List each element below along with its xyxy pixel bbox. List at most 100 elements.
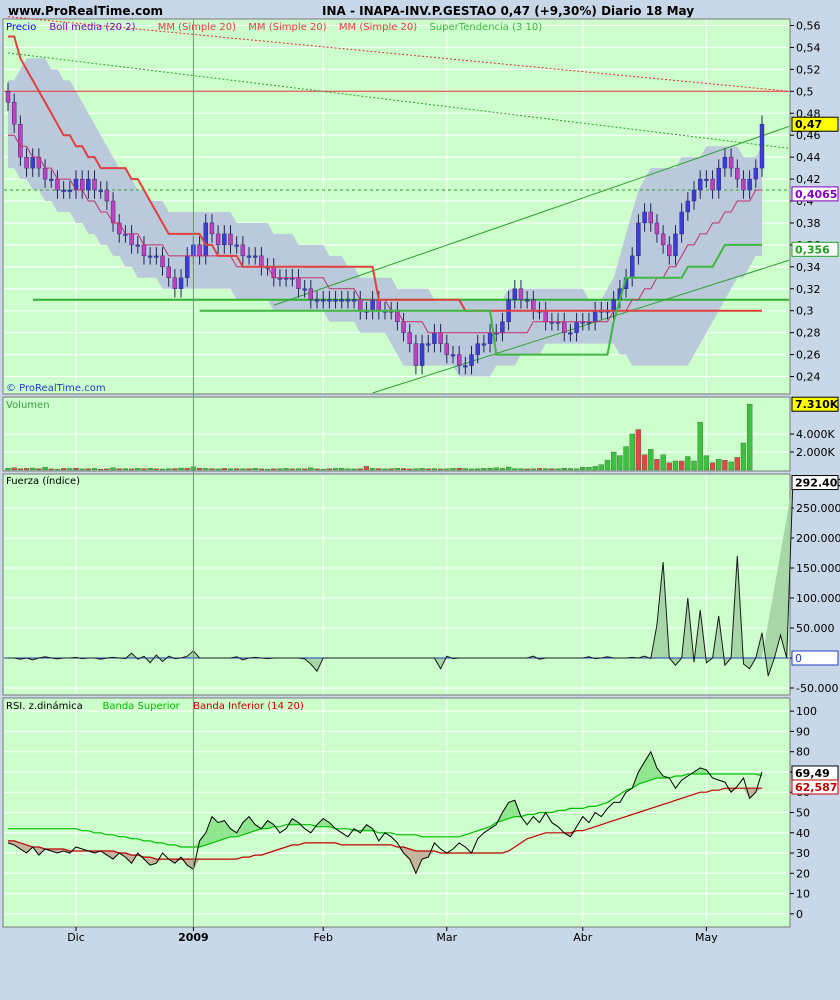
chart-canvas: www.ProRealTime.com INA - INAPA-INV.P.GE… [2, 4, 840, 944]
legend-item: MM (Simple 20) [158, 22, 236, 33]
candle [79, 178, 85, 191]
candle [228, 233, 233, 246]
candle [456, 354, 462, 366]
x-tick-label: May [695, 931, 718, 944]
value-marker-label: 0,356 [795, 243, 830, 256]
candle [722, 156, 728, 169]
volume-bar [153, 468, 159, 471]
candle [104, 189, 110, 202]
candle [469, 354, 474, 366]
candle [302, 288, 307, 291]
volume-bar [357, 468, 363, 471]
candle [209, 222, 215, 235]
volume-bar [363, 466, 370, 471]
candle [166, 266, 171, 279]
volume-bar [128, 468, 135, 471]
force-title: Fuerza (índice) [6, 475, 80, 487]
volume-bar [54, 468, 61, 471]
y-tick-label: 0,56 [796, 19, 821, 32]
volume-bar [573, 468, 580, 471]
candle [154, 255, 159, 258]
legend-item: SuperTendencia (3 10) [430, 22, 543, 33]
volume-bar [561, 468, 567, 471]
y-tick-label: 0,42 [796, 173, 821, 186]
candle [562, 321, 567, 333]
candle [18, 124, 23, 158]
volume-bar [369, 468, 376, 471]
candle [426, 343, 431, 346]
volume-bar [394, 468, 401, 471]
rsi-upper-fill [508, 800, 515, 819]
candle [320, 299, 326, 302]
volume-bar [98, 468, 104, 471]
chart-title: INA - INAPA-INV.P.GESTAO 0,47 (+9,30%) D… [322, 4, 694, 18]
candle [679, 211, 684, 235]
volume-bar [654, 459, 660, 471]
volume-bar [271, 468, 277, 471]
value-marker-label: 69,49 [795, 767, 830, 780]
volume-bar [666, 462, 672, 471]
volume-bar [79, 468, 85, 471]
volume-bar [172, 468, 178, 471]
candle [401, 321, 406, 333]
volume-bar [468, 468, 475, 471]
volume-bar [740, 442, 747, 471]
volume-bar [549, 468, 555, 471]
volume-bar [23, 468, 30, 471]
candle [444, 343, 450, 355]
volume-bar [487, 468, 493, 471]
candle [463, 365, 468, 368]
candle [296, 277, 301, 289]
volume-bar [252, 468, 258, 471]
volume-bar [400, 468, 407, 471]
candle [86, 178, 91, 191]
volume-bar [456, 468, 462, 471]
volume-bar [444, 468, 450, 471]
volume-bar [48, 468, 54, 471]
candle [636, 222, 641, 257]
candle [735, 167, 740, 180]
candle [203, 222, 208, 257]
value-marker-label: 0 [795, 652, 802, 665]
volume-bar [641, 454, 648, 471]
volume-bar [475, 468, 481, 471]
volume-bar [697, 422, 703, 471]
candle [308, 288, 314, 300]
y-tick-label: 150.000 [796, 562, 840, 575]
candle [259, 255, 264, 268]
volume-bar [116, 468, 122, 471]
volume-bar [277, 468, 283, 471]
volume-bar [543, 468, 549, 471]
volume-bar [332, 468, 339, 471]
candle [475, 343, 480, 355]
volume-bar [709, 462, 716, 471]
volume-bar [493, 467, 499, 471]
volume-bar [555, 468, 561, 471]
site-url[interactable]: www.ProRealTime.com [8, 4, 163, 18]
volume-bar [67, 468, 73, 471]
candle [160, 255, 165, 268]
volume-bar [221, 468, 227, 471]
volume-bar [178, 467, 184, 471]
volume-bar [685, 456, 691, 471]
candle [592, 310, 598, 322]
volume-bar [122, 468, 129, 471]
candle [327, 299, 332, 302]
candle [574, 321, 579, 333]
volume-bar [376, 468, 382, 471]
candle [11, 102, 17, 125]
volume-bar [295, 468, 302, 471]
candle [747, 178, 752, 191]
legend-item: MM (Simple 20) [248, 22, 326, 33]
volume-bar [110, 467, 116, 471]
volume-bar [388, 468, 394, 471]
candle [685, 200, 691, 213]
volume-bar [524, 468, 530, 471]
force-panel[interactable] [2, 473, 791, 696]
y-tick-label: -50.000 [796, 682, 838, 695]
volume-bar [135, 468, 141, 471]
y-tick-label: 0,28 [796, 327, 821, 340]
candle [351, 299, 357, 302]
volume-bar [203, 468, 209, 471]
y-tick-label: 30 [796, 847, 810, 860]
